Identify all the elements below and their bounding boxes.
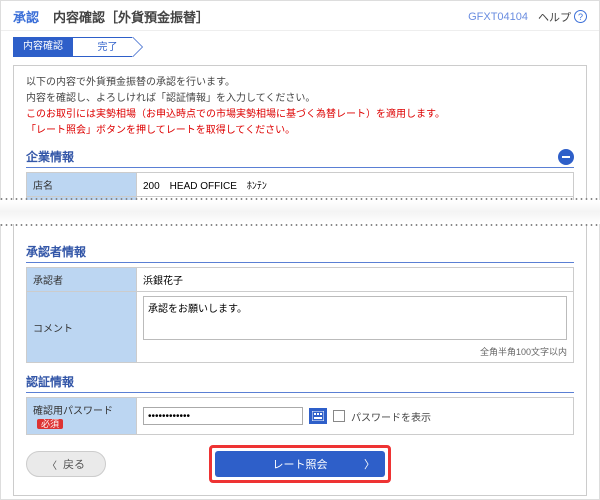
table-row: 店名 200 HEAD OFFICE ﾎﾝﾃﾝ	[27, 173, 574, 197]
password-input[interactable]	[143, 407, 303, 425]
approver-title: 承認者情報	[26, 243, 86, 260]
section-auth: 認証情報 確認用パスワード 必須	[26, 373, 574, 435]
button-row: 〈 戻る レート照会 〉	[26, 435, 574, 483]
lead-line-2: 内容を確認し、よろしければ「認証情報」を入力してください。	[26, 92, 574, 106]
required-badge: 必須	[37, 419, 63, 429]
show-password-checkbox[interactable]	[333, 410, 345, 422]
rate-button-highlight: レート照会 〉	[209, 445, 391, 483]
table-row: 承認者 浜銀花子	[27, 268, 574, 292]
auth-title: 認証情報	[26, 373, 74, 390]
rate-label: レート照会	[273, 456, 328, 472]
char-count-note: 全角半角100文字以内	[143, 345, 567, 358]
chevron-right-icon: 〉	[364, 456, 375, 472]
shop-label: 店名	[27, 173, 137, 197]
section-approver: 承認者情報 承認者 浜銀花子 コメント 全角半角100文字以内	[26, 243, 574, 363]
lead-line-1: 以下の内容で外貨預金振替の承認を行います。	[26, 76, 574, 90]
password-label: 確認用パスワード	[33, 406, 113, 417]
back-button[interactable]: 〈 戻る	[26, 451, 106, 477]
step-confirm: 内容確認	[13, 37, 73, 57]
keyboard-icon	[312, 411, 324, 421]
content-panel: 以下の内容で外貨預金振替の承認を行います。 内容を確認し、よろしければ「認証情報…	[13, 65, 587, 496]
approver-name-label: 承認者	[27, 268, 137, 292]
step-done: 完了	[73, 37, 133, 57]
show-password-label: パスワードを表示	[351, 409, 431, 424]
comment-label: コメント	[27, 292, 137, 363]
company-title: 企業情報	[26, 148, 74, 165]
chevron-left-icon: 〈	[47, 457, 57, 472]
help-link[interactable]: ヘルプ ?	[538, 9, 587, 25]
step-bar: 内容確認 完了	[1, 31, 599, 57]
table-row: コメント 全角半角100文字以内	[27, 292, 574, 363]
minus-icon	[561, 152, 571, 162]
page-header: 承認 内容確認［外貨預金振替］ GFXT04104 ヘルプ ?	[1, 1, 599, 31]
lead-line-4: 「レート照会」ボタンを押してレートを取得してください。	[26, 124, 574, 138]
rate-inquiry-button[interactable]: レート照会 〉	[215, 451, 385, 477]
comment-input[interactable]	[143, 296, 567, 340]
help-icon: ?	[574, 10, 587, 23]
section-company: 企業情報 店名 200 HEAD OFFICE ﾎﾝﾃﾝ 顧客番号	[26, 148, 574, 221]
approver-name-value: 浜銀花子	[137, 268, 574, 292]
customer-number-value	[137, 197, 574, 221]
shop-value: 200 HEAD OFFICE ﾎﾝﾃﾝ	[137, 173, 574, 197]
page-title: 内容確認［外貨預金振替］	[53, 7, 468, 26]
table-row: 確認用パスワード 必須 パスワードを表示	[27, 398, 574, 435]
back-label: 戻る	[63, 456, 85, 472]
software-keyboard-button[interactable]	[309, 408, 327, 424]
help-label: ヘルプ	[538, 9, 571, 25]
screen-code: GFXT04104	[468, 11, 528, 23]
header-approve: 承認	[13, 7, 39, 26]
table-row: 顧客番号	[27, 197, 574, 221]
customer-number-label: 顧客番号	[27, 197, 137, 221]
lead-line-3: このお取引には実勢相場（お申込時点での市場実勢相場に基づく為替レート）を適用しま…	[26, 108, 574, 122]
collapse-button[interactable]	[558, 149, 574, 165]
